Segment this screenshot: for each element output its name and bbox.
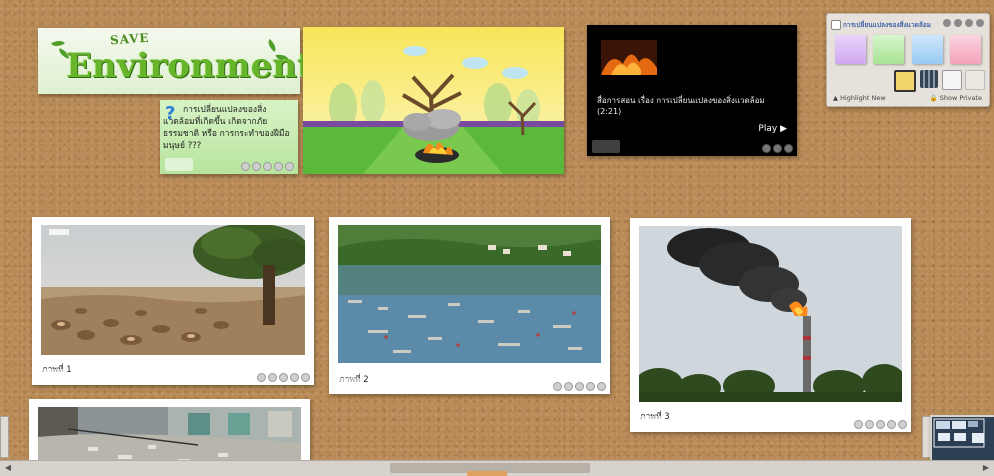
move-icon[interactable] [279,373,288,382]
play-label: Play [758,124,777,134]
scroll-right-icon[interactable]: ▶ [979,462,993,474]
burning-tree-cartoon[interactable] [303,27,564,174]
polluted-water-photo [338,225,601,363]
edit-icon[interactable] [854,420,863,429]
horizontal-scrollbar[interactable]: ◀ ▶ [0,460,994,476]
sticky-actions [553,382,606,391]
share-icon[interactable] [564,382,573,391]
video-title: สื่อการสอน เรื่อง การเปลี่ยนแปลงของสิ่งแ… [597,95,787,117]
photo-sticky-1[interactable]: ภาพที่ 1 [32,217,314,385]
sticky-swatch-green[interactable] [873,35,904,64]
scroll-position-marker [467,471,507,476]
minimize-icon[interactable] [943,19,951,27]
show-private-label: Show Private [940,94,982,102]
video-thumbnail[interactable] [601,40,657,75]
photo-sticky-3[interactable]: ภาพที่ 3 [630,218,911,432]
banner-title: Environment [66,46,313,86]
delete-icon[interactable] [301,373,310,382]
power-icon[interactable] [976,19,984,27]
edit-icon[interactable] [762,144,771,153]
linoit-stamp [592,140,620,153]
minimap-preview [932,417,994,462]
play-button[interactable]: Play ▶ [758,124,787,134]
play-icon: ▶ [780,124,787,134]
save-environment-banner[interactable]: SAVE Environment [38,28,300,94]
banner-save-text: SAVE [110,31,150,48]
info-icon[interactable] [290,373,299,382]
linoit-stamp [37,369,65,382]
show-private-toggle[interactable]: 🔒 Show Private [930,94,982,102]
sticky-swatch-purple[interactable] [835,35,866,64]
linoit-stamp [165,158,193,171]
info-icon[interactable] [586,382,595,391]
sticky-swatch-blue[interactable] [912,35,943,64]
edit-icon[interactable] [553,382,562,391]
panel-window-buttons [943,19,984,27]
cartoon-illustration [303,27,564,174]
highlight-new-toggle[interactable]: ▲ Highlight New [833,94,886,102]
leaf-icon [51,37,65,49]
move-icon[interactable] [773,144,782,153]
sticky-actions [241,162,294,171]
settings-icon[interactable] [954,19,962,27]
smokestack-photo [639,226,902,402]
sticky-swatch-pink[interactable] [950,35,981,64]
sticky-actions [762,144,793,153]
edit-icon[interactable] [257,373,266,382]
photo-tool-icon[interactable] [894,70,916,92]
video-sticky[interactable]: สื่อการสอน เรื่อง การเปลี่ยนแปลงของสิ่งแ… [587,25,797,156]
left-scroll-tab[interactable] [0,416,9,458]
highlight-new-label: Highlight New [840,94,886,102]
board-logo-icon [831,20,841,30]
refresh-icon[interactable] [965,19,973,27]
delete-icon[interactable] [285,162,294,171]
board-control-panel: การเปลี่ยนแปลงของสิ่งแวดล้อม ▲ Highlight… [826,13,990,107]
scroll-left-icon[interactable]: ◀ [1,462,15,474]
blank-tool-icon[interactable] [965,70,985,90]
move-icon[interactable] [876,420,885,429]
question-note[interactable]: ? การเปลี่ยนแปลงของสิ่งแวดล้อมที่เกิดขึ้… [160,100,298,174]
share-icon[interactable] [268,373,277,382]
share-icon[interactable] [252,162,261,171]
delete-icon[interactable] [784,144,793,153]
document-tool-icon[interactable] [942,70,962,90]
photo-sticky-2[interactable]: ภาพที่ 2 [329,217,610,394]
linoit-stamp [635,416,663,429]
linoit-stamp [334,378,362,391]
delete-icon[interactable] [898,420,907,429]
move-icon[interactable] [575,382,584,391]
video-tool-icon[interactable] [920,70,938,88]
share-icon[interactable] [865,420,874,429]
info-icon[interactable] [887,420,896,429]
board-title: การเปลี่ยนแปลงของสิ่งแวดล้อม [843,20,931,30]
question-text: การเปลี่ยนแปลงของสิ่งแวดล้อมที่เกิดขึ้น … [163,104,294,152]
sticky-actions [854,420,907,429]
info-icon[interactable] [274,162,283,171]
deforestation-photo [41,225,305,355]
board-minimap[interactable] [930,415,994,464]
sticky-actions [257,373,310,382]
delete-icon[interactable] [597,382,606,391]
edit-icon[interactable] [241,162,250,171]
move-icon[interactable] [263,162,272,171]
